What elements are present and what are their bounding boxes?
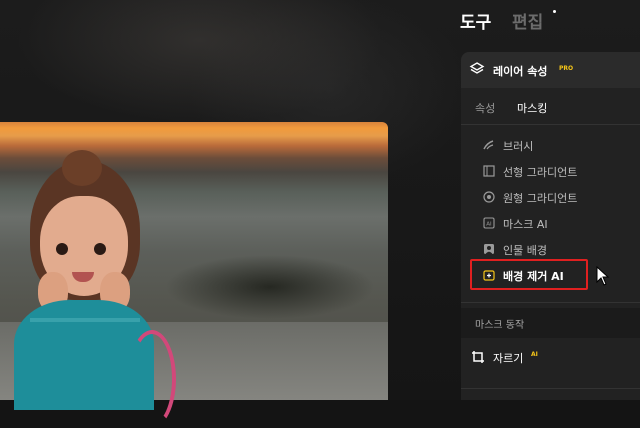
linear-gradient-icon xyxy=(483,165,495,177)
divider xyxy=(461,388,640,389)
tab-tools[interactable]: 도구 xyxy=(460,8,491,33)
mask-action-button[interactable]: 마스크 동작 xyxy=(461,308,640,338)
ai-badge: AI xyxy=(531,351,538,358)
ai-badge-icon: AI xyxy=(483,217,495,229)
layer-properties-panel: 레이어 속성 PRO 속성 마스킹 브러시 선형 그라디언트 원형 그라디언트 … xyxy=(461,52,640,400)
tool-label: 원형 그라디언트 xyxy=(503,192,578,205)
tool-brush[interactable]: 브러시 xyxy=(461,134,640,158)
pro-badge: PRO xyxy=(559,65,574,72)
divider xyxy=(461,124,640,125)
tab-properties[interactable]: 속성 xyxy=(475,100,495,116)
highlight-box xyxy=(470,259,588,290)
panel-header[interactable]: 레이어 속성 PRO xyxy=(461,52,640,88)
radial-gradient-icon xyxy=(483,191,495,203)
crop-label: 자르기 xyxy=(493,352,524,365)
tool-radial-gradient[interactable]: 원형 그라디언트 xyxy=(461,186,640,210)
panel-title: 레이어 속성 xyxy=(493,65,548,78)
tool-label: 인물 배경 xyxy=(503,244,547,257)
divider xyxy=(461,302,640,303)
layers-icon xyxy=(469,62,485,74)
tool-label: 선형 그라디언트 xyxy=(503,166,578,179)
notification-dot xyxy=(553,10,556,13)
mask-action-label: 마스크 동작 xyxy=(475,320,525,331)
tab-edit[interactable]: 편집 xyxy=(512,8,543,33)
tool-crop[interactable]: 자르기 AI xyxy=(461,346,640,374)
crop-icon xyxy=(472,351,484,363)
portrait-icon xyxy=(484,244,494,254)
svg-text:AI: AI xyxy=(486,222,492,228)
mouse-cursor-icon xyxy=(596,266,610,286)
photo-trees xyxy=(140,247,388,327)
tool-label: 마스크 AI xyxy=(503,218,548,231)
tool-label: 브러시 xyxy=(503,140,534,153)
tool-linear-gradient[interactable]: 선형 그라디언트 xyxy=(461,160,640,184)
brush-icon xyxy=(483,140,494,150)
tool-mask-ai[interactable]: AI 마스크 AI xyxy=(461,212,640,236)
tab-masking[interactable]: 마스킹 xyxy=(517,100,547,116)
